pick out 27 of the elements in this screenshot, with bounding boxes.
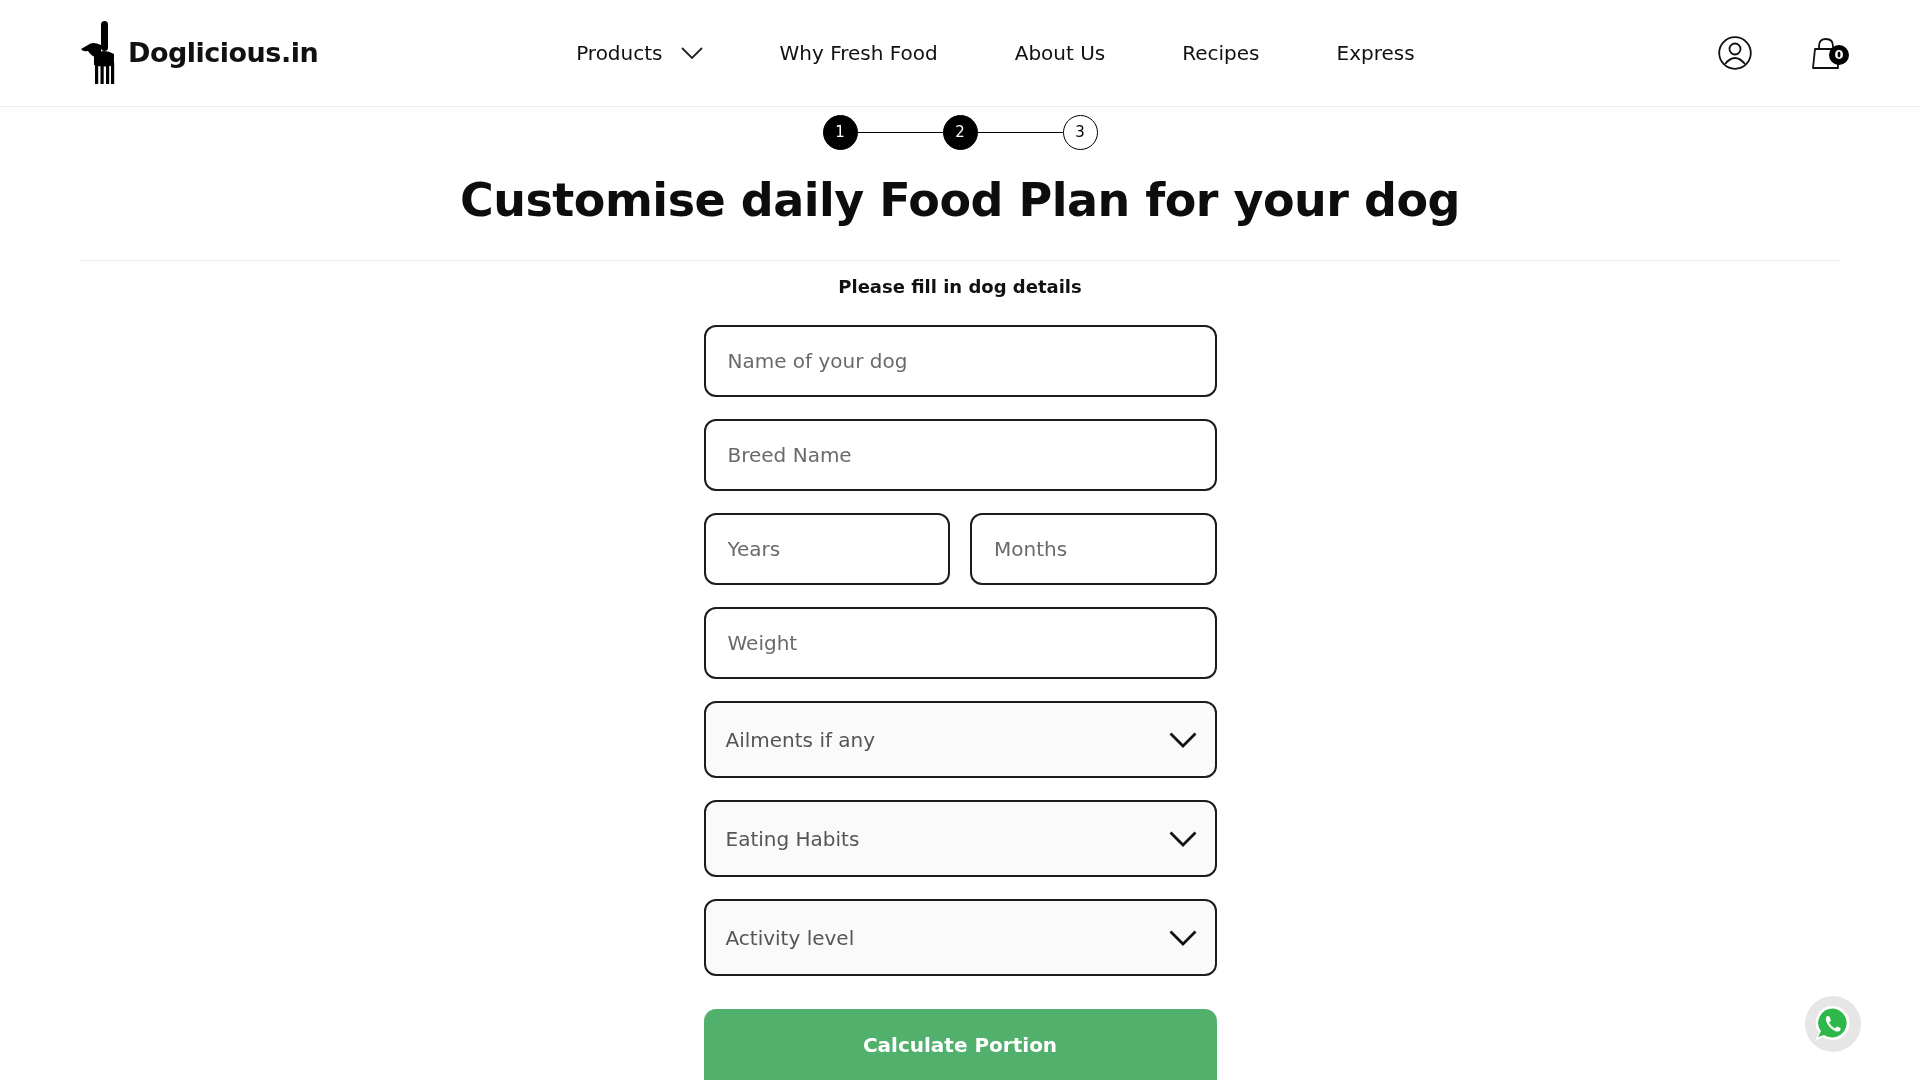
- text-field[interactable]: Name of your dog: [703, 325, 1217, 397]
- nav-link[interactable]: About Us: [1014, 38, 1106, 68]
- step-circle: 3: [1062, 115, 1098, 150]
- nav-link[interactable]: Recipes: [1182, 38, 1260, 68]
- chevron-down-icon[interactable]: [1168, 929, 1197, 946]
- caret-icon[interactable]: [680, 47, 703, 59]
- user-account-icon[interactable]: [1718, 36, 1752, 70]
- form-heading: Please fill in dog details: [837, 275, 1083, 299]
- step-circle: 2: [942, 115, 978, 150]
- page-title: Customise daily Food Plan for your dog: [458, 172, 1462, 229]
- logo-text[interactable]: Doglicious.in: [128, 32, 319, 74]
- nav-link[interactable]: Express: [1336, 38, 1415, 68]
- dropdown-field[interactable]: Ailments if any: [703, 701, 1217, 778]
- text-field[interactable]: Breed Name: [703, 419, 1217, 491]
- text-field[interactable]: Years: [703, 513, 950, 585]
- step-circle: 1: [822, 115, 858, 150]
- text-field[interactable]: Weight: [703, 607, 1217, 679]
- nav-link[interactable]: Products: [576, 38, 703, 68]
- chevron-down-icon[interactable]: [1168, 830, 1197, 847]
- dropdown-field[interactable]: Eating Habits: [703, 800, 1217, 877]
- chevron-down-icon[interactable]: [1168, 731, 1197, 748]
- nav-link[interactable]: Why Fresh Food: [779, 38, 938, 68]
- cart-count: 0: [1829, 45, 1849, 65]
- text-field[interactable]: Months: [970, 513, 1217, 585]
- chat-button[interactable]: [1805, 996, 1861, 1052]
- chat-bubble-icon[interactable]: [1813, 1004, 1853, 1044]
- dropdown-field[interactable]: Activity level: [703, 899, 1217, 976]
